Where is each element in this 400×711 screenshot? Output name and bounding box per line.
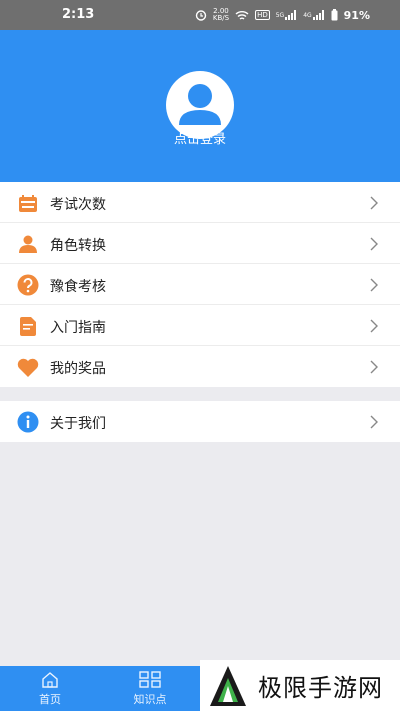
status-time: 2:13 [62, 7, 95, 22]
chevron-right-icon [370, 278, 378, 292]
wifi-icon [235, 10, 249, 21]
battery-level: 91% [343, 8, 370, 22]
menu-list: 考试次数 角色转换 豫食考核 入门指南 我的奖品 [0, 182, 400, 387]
chevron-right-icon [370, 360, 378, 374]
tab-label: 知识点 [133, 692, 167, 706]
menu-item-food-assessment[interactable]: 豫食考核 [0, 264, 400, 305]
signal-icon-2: 4G [303, 10, 324, 20]
calendar-icon [17, 192, 39, 214]
battery-icon [331, 9, 338, 21]
tab-label: 首页 [39, 692, 61, 706]
status-icons: 2.00 KB/S HD 5G 4G 91% [195, 8, 370, 22]
tab-home[interactable]: 首页 [5, 666, 95, 711]
watermark: 极限手游网 [200, 660, 400, 711]
menu-label: 豫食考核 [50, 279, 106, 295]
profile-header: 点击登录 [0, 30, 400, 182]
tab-knowledge[interactable]: 知识点 [105, 666, 195, 711]
signal-icon: 5G [276, 10, 297, 20]
question-icon [17, 274, 39, 296]
chevron-right-icon [370, 237, 378, 251]
menu-item-guide[interactable]: 入门指南 [0, 305, 400, 346]
document-icon [17, 315, 39, 337]
net-speed: 2.00 KB/S [212, 7, 230, 22]
menu-label: 角色转换 [50, 238, 106, 254]
status-bar: 2:13 2.00 KB/S HD 5G 4G 91% [0, 0, 400, 30]
chevron-right-icon [370, 196, 378, 210]
login-link[interactable]: 点击登录 [0, 128, 400, 147]
heart-icon [17, 356, 39, 378]
home-icon [41, 671, 59, 689]
menu-item-my-prizes[interactable]: 我的奖品 [0, 346, 400, 387]
chevron-right-icon [370, 319, 378, 333]
info-icon [17, 411, 39, 433]
alarm-icon [195, 9, 207, 21]
menu-item-role-switch[interactable]: 角色转换 [0, 223, 400, 264]
menu-list-about: 关于我们 [0, 401, 400, 442]
menu-item-about-us[interactable]: 关于我们 [0, 401, 400, 442]
grid-icon [139, 671, 161, 689]
hd-icon: HD [255, 10, 270, 20]
menu-label: 我的奖品 [50, 361, 106, 377]
chevron-right-icon [370, 415, 378, 429]
person-icon [17, 233, 39, 255]
menu-item-exam-count[interactable]: 考试次数 [0, 182, 400, 223]
watermark-text: 极限手游网 [258, 674, 383, 702]
menu-label: 关于我们 [50, 416, 106, 432]
menu-label: 考试次数 [50, 197, 106, 213]
watermark-logo-icon [210, 665, 246, 706]
menu-label: 入门指南 [50, 320, 106, 336]
